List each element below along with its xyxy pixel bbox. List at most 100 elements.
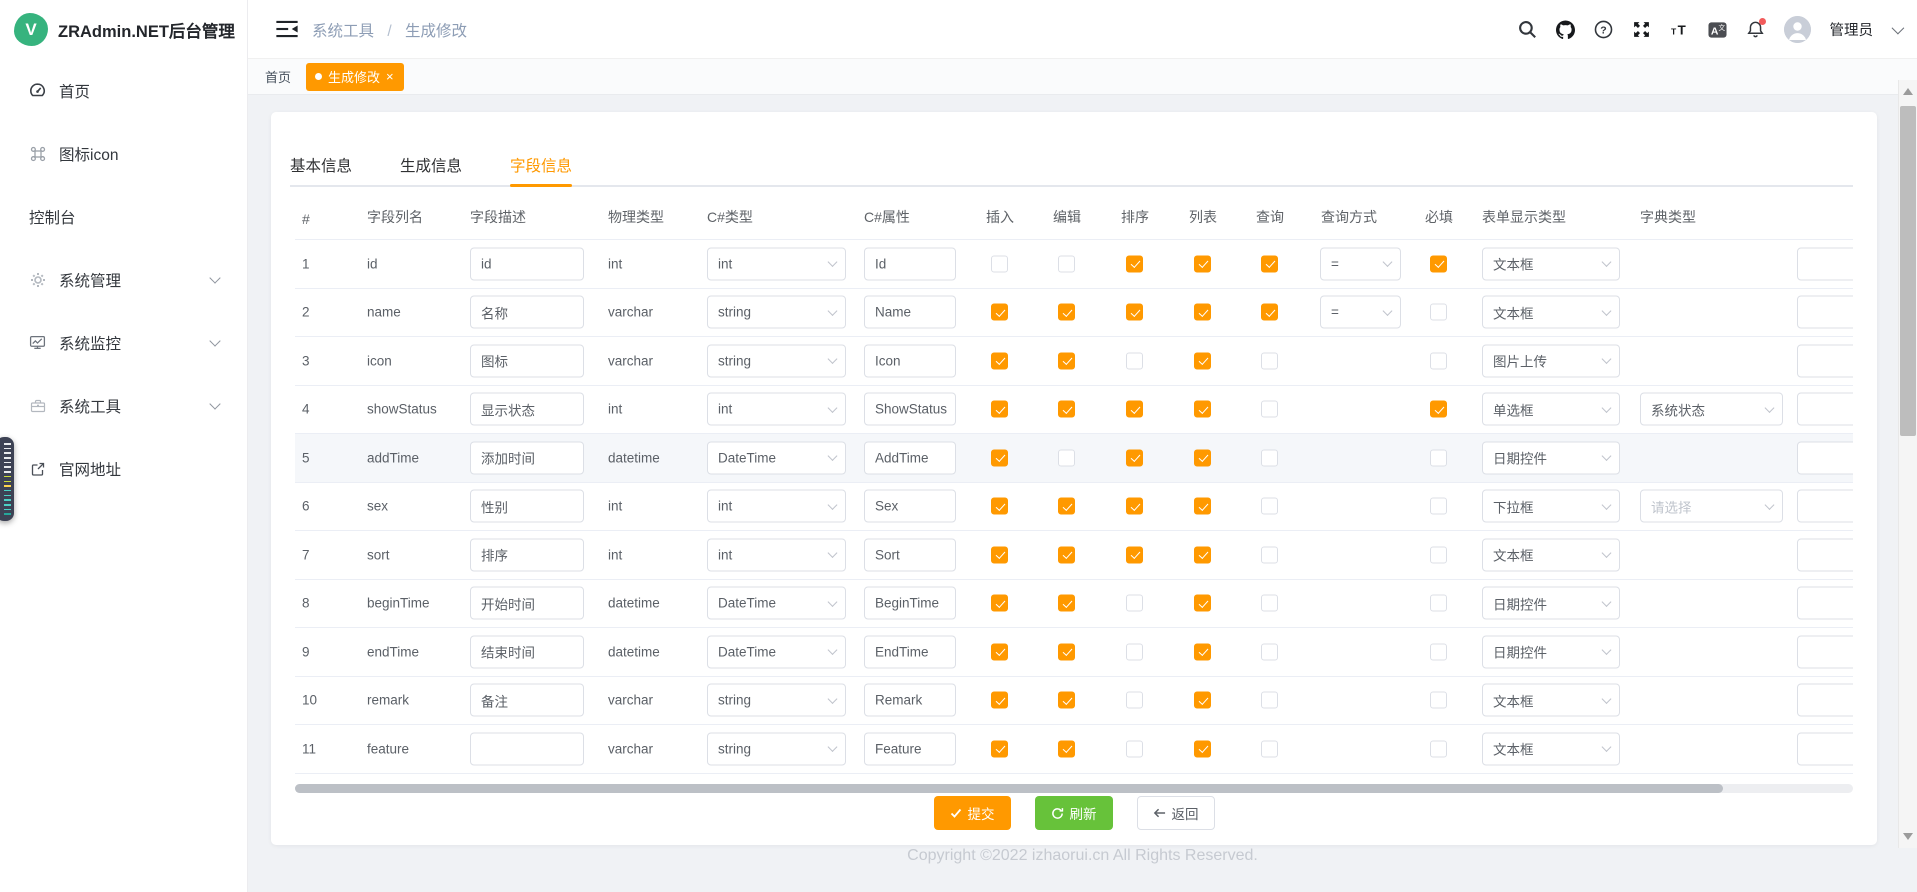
list-checkbox[interactable] (1194, 692, 1211, 709)
query-checkbox[interactable] (1261, 595, 1278, 612)
sort-checkbox[interactable] (1126, 255, 1143, 272)
csharp-property-input[interactable]: Id (864, 247, 956, 280)
csharp-type-select[interactable]: string (707, 344, 846, 377)
sort-checkbox[interactable] (1126, 352, 1143, 369)
sidebar-item-console[interactable]: 控制台 (0, 185, 247, 248)
sort-checkbox[interactable] (1126, 692, 1143, 709)
sidebar-item-icons[interactable]: 图标icon (0, 122, 247, 185)
extra-input[interactable] (1797, 587, 1853, 620)
csharp-type-select[interactable]: int (707, 247, 846, 280)
extra-input[interactable] (1797, 490, 1853, 523)
sort-checkbox[interactable] (1126, 401, 1143, 418)
required-checkbox[interactable] (1430, 449, 1447, 466)
query-checkbox[interactable] (1261, 498, 1278, 515)
breadcrumb-item[interactable]: 系统工具 (312, 23, 374, 40)
required-checkbox[interactable] (1430, 401, 1447, 418)
query-checkbox[interactable] (1261, 740, 1278, 757)
tab-basic-info[interactable]: 基本信息 (290, 145, 352, 185)
query-checkbox[interactable] (1261, 449, 1278, 466)
edit-checkbox[interactable] (1058, 740, 1075, 757)
sort-checkbox[interactable] (1126, 449, 1143, 466)
sidebar-item-official-site[interactable]: 官网地址 (0, 437, 247, 500)
search-icon[interactable] (1518, 20, 1537, 39)
csharp-property-input[interactable]: EndTime (864, 635, 956, 668)
display-type-select[interactable]: 文本框 (1482, 684, 1620, 717)
display-type-select[interactable]: 文本框 (1482, 296, 1620, 329)
description-input[interactable]: 名称 (470, 296, 584, 329)
edit-checkbox[interactable] (1058, 449, 1075, 466)
description-input[interactable]: 排序 (470, 538, 584, 571)
user-menu-chevron-icon[interactable] (1892, 22, 1905, 35)
insert-checkbox[interactable] (991, 401, 1008, 418)
edit-checkbox[interactable] (1058, 692, 1075, 709)
query-checkbox[interactable] (1261, 401, 1278, 418)
insert-checkbox[interactable] (991, 546, 1008, 563)
csharp-type-select[interactable]: DateTime (707, 587, 846, 620)
extra-input[interactable] (1797, 393, 1853, 426)
query-checkbox[interactable] (1261, 692, 1278, 709)
list-checkbox[interactable] (1194, 304, 1211, 321)
required-checkbox[interactable] (1430, 352, 1447, 369)
csharp-type-select[interactable]: string (707, 684, 846, 717)
query-checkbox[interactable] (1261, 255, 1278, 272)
extra-input[interactable] (1797, 732, 1853, 765)
avatar[interactable] (1784, 16, 1811, 43)
insert-checkbox[interactable] (991, 498, 1008, 515)
list-checkbox[interactable] (1194, 740, 1211, 757)
help-icon[interactable]: ? (1594, 20, 1613, 39)
sidebar-item-system-admin[interactable]: 系统管理 (0, 248, 247, 311)
csharp-property-input[interactable]: Sex (864, 490, 956, 523)
sort-checkbox[interactable] (1126, 740, 1143, 757)
sort-checkbox[interactable] (1126, 595, 1143, 612)
description-input[interactable]: 图标 (470, 344, 584, 377)
csharp-property-input[interactable]: Remark (864, 684, 956, 717)
csharp-property-input[interactable]: Feature (864, 732, 956, 765)
bell-icon[interactable] (1746, 20, 1765, 39)
github-icon[interactable] (1556, 20, 1575, 39)
csharp-type-select[interactable]: int (707, 490, 846, 523)
query-checkbox[interactable] (1261, 643, 1278, 660)
required-checkbox[interactable] (1430, 255, 1447, 272)
extra-input[interactable] (1797, 441, 1853, 474)
display-type-select[interactable]: 日期控件 (1482, 587, 1620, 620)
insert-checkbox[interactable] (991, 595, 1008, 612)
insert-checkbox[interactable] (991, 352, 1008, 369)
csharp-type-select[interactable]: int (707, 393, 846, 426)
required-checkbox[interactable] (1430, 304, 1447, 321)
extra-input[interactable] (1797, 538, 1853, 571)
edit-checkbox[interactable] (1058, 498, 1075, 515)
scroll-down-arrow-icon[interactable] (1903, 833, 1913, 840)
description-input[interactable]: 添加时间 (470, 441, 584, 474)
edit-checkbox[interactable] (1058, 255, 1075, 272)
insert-checkbox[interactable] (991, 643, 1008, 660)
list-checkbox[interactable] (1194, 255, 1211, 272)
insert-checkbox[interactable] (991, 740, 1008, 757)
sort-checkbox[interactable] (1126, 498, 1143, 515)
list-checkbox[interactable] (1194, 352, 1211, 369)
required-checkbox[interactable] (1430, 546, 1447, 563)
required-checkbox[interactable] (1430, 595, 1447, 612)
description-input[interactable]: 备注 (470, 684, 584, 717)
vertical-scrollbar-thumb[interactable] (1900, 106, 1916, 436)
csharp-property-input[interactable]: Sort (864, 538, 956, 571)
csharp-type-select[interactable]: string (707, 296, 846, 329)
list-checkbox[interactable] (1194, 401, 1211, 418)
extra-input[interactable] (1797, 296, 1853, 329)
horizontal-scrollbar[interactable] (295, 784, 1853, 793)
description-input[interactable]: 开始时间 (470, 587, 584, 620)
description-input[interactable]: 结束时间 (470, 635, 584, 668)
sidebar-collapse-icon[interactable] (274, 17, 300, 41)
refresh-button[interactable]: 刷新 (1035, 796, 1113, 830)
display-type-select[interactable]: 文本框 (1482, 247, 1620, 280)
extra-input[interactable] (1797, 635, 1853, 668)
query-mode-select[interactable]: = (1320, 247, 1401, 280)
csharp-property-input[interactable]: ShowStatus (864, 393, 956, 426)
csharp-type-select[interactable]: DateTime (707, 635, 846, 668)
sort-checkbox[interactable] (1126, 304, 1143, 321)
translate-icon[interactable]: A文 (1708, 20, 1727, 39)
csharp-property-input[interactable]: Name (864, 296, 956, 329)
fullscreen-icon[interactable] (1632, 20, 1651, 39)
sort-checkbox[interactable] (1126, 643, 1143, 660)
tag-close-icon[interactable]: × (386, 70, 394, 83)
csharp-type-select[interactable]: DateTime (707, 441, 846, 474)
